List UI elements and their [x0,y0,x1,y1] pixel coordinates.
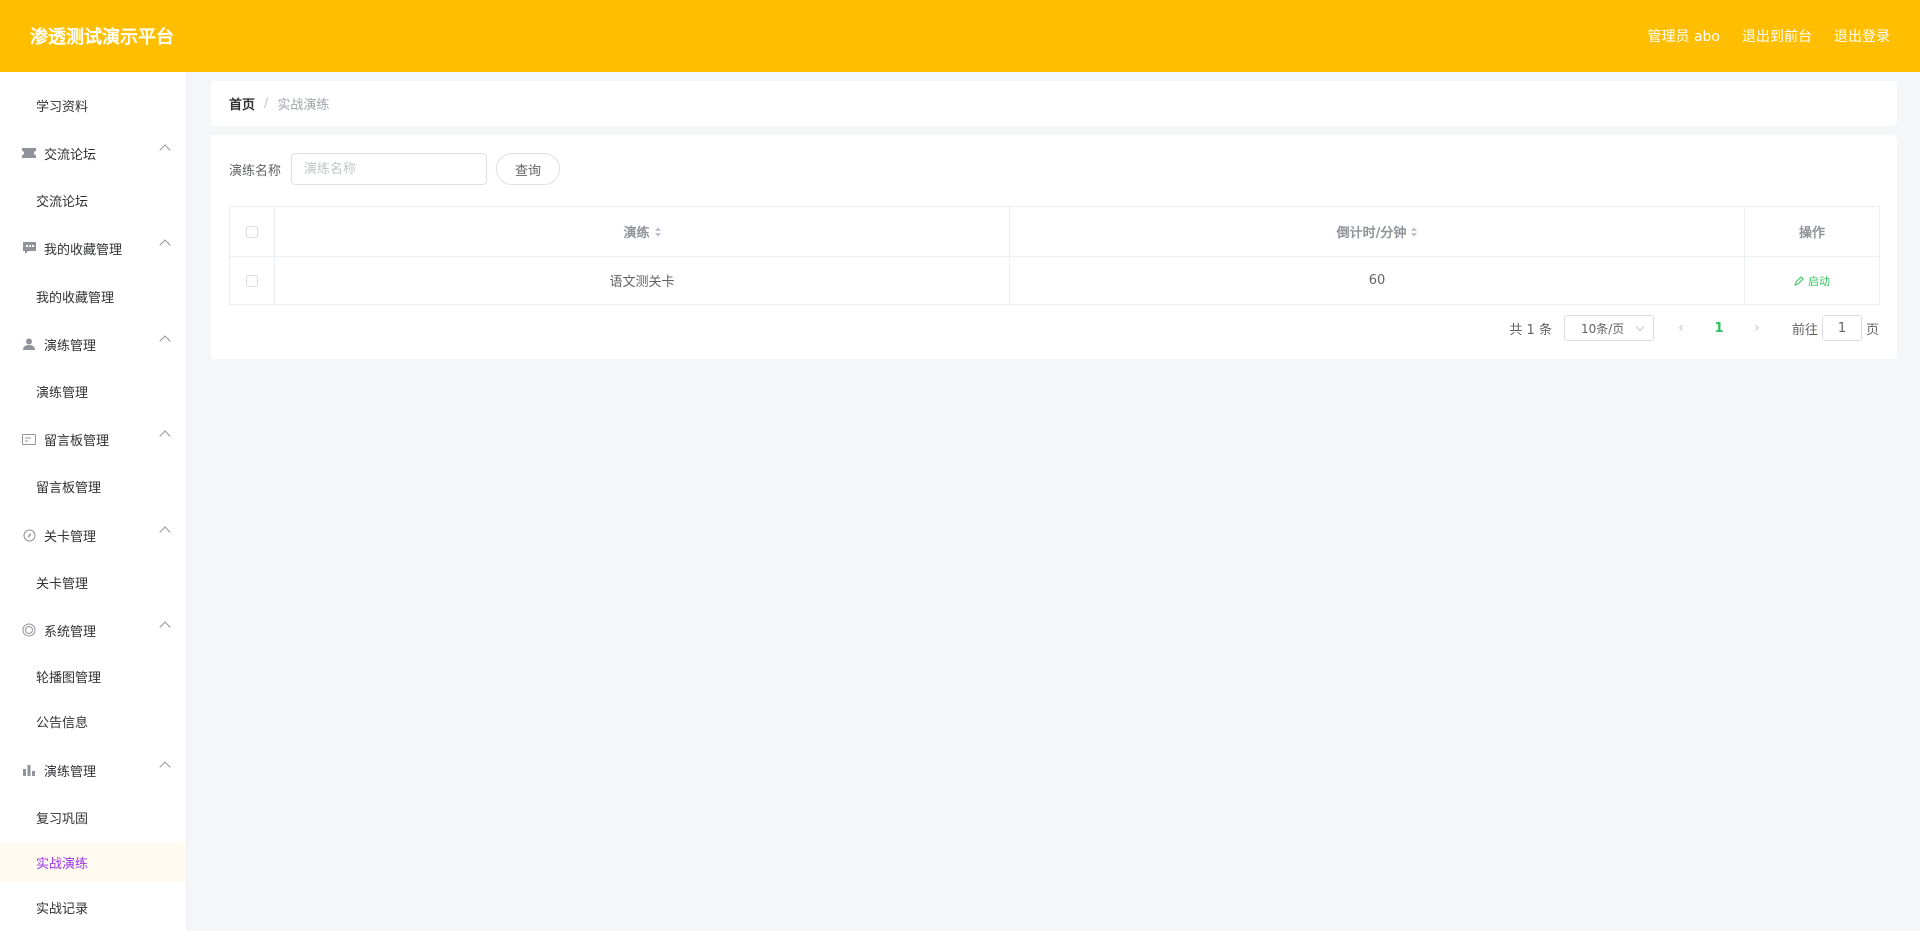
to-front-link[interactable]: 退出到前台 [1742,26,1812,46]
compass-icon [22,528,36,542]
row-checkbox[interactable] [246,274,258,287]
prev-page-button[interactable]: ‹ [1666,315,1696,341]
sidebar-group-message-board[interactable]: 留言板管理 [0,419,186,459]
sidebar-group-levels[interactable]: 关卡管理 [0,515,186,555]
sidebar-group-favorites[interactable]: 我的收藏管理 [0,228,186,268]
cell-action: 启动 [1745,257,1879,304]
admin-label: 管理员 abo [1647,29,1720,45]
sidebar-group-label: 交流论坛 [44,147,97,163]
sidebar-item-records[interactable]: 实战记录 [0,887,186,927]
cell-name: 语文测关卡 [275,257,1010,304]
search-row: 演练名称 查询 [229,153,561,185]
sidebar-item-carousel[interactable]: 轮播图管理 [0,656,186,696]
drill-table: 演练 倒计时/分钟 操作 语文测关卡 60 启动 [229,206,1880,305]
user-icon [22,337,36,351]
sidebar-group-label: 演练管理 [44,764,97,780]
start-button-label: 启动 [1808,274,1830,288]
column-header-label: 演练 [623,226,650,241]
message-card-icon [22,432,36,446]
page-size-select[interactable]: 10条/页 [1563,315,1654,341]
logout-link[interactable]: 退出登录 [1834,26,1890,46]
sidebar-group-label: 我的收藏管理 [44,242,123,258]
chevron-up-icon [159,430,171,442]
sidebar-group-drill-management[interactable]: 演练管理 [0,324,186,364]
sidebar-item-practice[interactable]: 实战演练 [0,842,186,882]
column-header-action: 操作 [1745,207,1879,256]
ticket-icon [22,146,36,160]
sidebar-group-drill-management-2[interactable]: 演练管理 [0,750,186,790]
sidebar-group-label: 关卡管理 [44,529,97,545]
sidebar-group-label: 留言板管理 [44,433,110,449]
breadcrumb-current: 实战演练 [277,98,330,113]
main-content: 演练名称 查询 演练 倒计时/分钟 操作 语文测关卡 [211,135,1897,359]
breadcrumb-separator: / [264,96,269,111]
sidebar-item-announcements[interactable]: 公告信息 [0,701,186,741]
chevron-down-icon [1635,322,1645,331]
bar-chart-icon [22,763,36,777]
chevron-up-icon [159,526,171,538]
table-header-row: 演练 倒计时/分钟 操作 [230,207,1879,257]
chevron-up-icon [159,761,171,773]
top-bar: 渗透测试演示平台 管理员 abo 退出到前台 退出登录 [0,0,1920,72]
sort-icon[interactable] [654,226,661,237]
sidebar-item-message-board[interactable]: 留言板管理 [0,466,186,506]
chevron-up-icon [159,621,171,633]
globe-icon [22,623,36,637]
select-all-checkbox[interactable] [246,225,258,238]
sidebar-item-study-materials[interactable]: 学习资料 [0,85,186,125]
chat-bubble-icon [22,241,36,255]
cell-countdown: 60 [1010,257,1745,304]
page-size-value: 10条/页 [1580,321,1625,336]
page-suffix: 页 [1865,322,1879,338]
page-number-1[interactable]: 1 [1704,315,1734,341]
start-button[interactable]: 启动 [1794,273,1830,289]
sidebar-item-review[interactable]: 复习巩固 [0,797,186,837]
query-button[interactable]: 查询 [496,153,561,185]
next-page-button[interactable]: › [1742,315,1772,341]
edit-icon [1794,275,1804,286]
sidebar-group-forum[interactable]: 交流论坛 [0,133,186,173]
column-header-label: 操作 [1798,226,1825,241]
column-header-name[interactable]: 演练 [275,207,1010,256]
chevron-up-icon [159,239,171,251]
pagination-total: 共 1 条 [1509,322,1552,338]
brand-title: 渗透测试演示平台 [30,27,174,48]
goto-page: 前往 页 [1792,315,1879,341]
sidebar: 学习资料 交流论坛 交流论坛 我的收藏管理 我的收藏管理 演练管理 演练管理 留… [0,72,187,931]
breadcrumb: 首页 / 实战演练 [211,81,1897,126]
sidebar-item-levels[interactable]: 关卡管理 [0,562,186,602]
sidebar-group-label: 演练管理 [44,338,97,354]
header-checkbox-cell [230,207,275,256]
sort-icon[interactable] [1411,226,1418,237]
table-row: 语文测关卡 60 启动 [230,257,1879,304]
sidebar-item-favorites[interactable]: 我的收藏管理 [0,276,186,316]
search-label: 演练名称 [229,163,282,179]
search-input[interactable] [291,153,488,185]
top-actions: 管理员 abo 退出到前台 退出登录 [1648,26,1890,46]
goto-page-input[interactable] [1821,315,1862,341]
pagination: 共 1 条 10条/页 ‹ 1 › 前往 页 [1509,315,1879,341]
column-header-label: 倒计时/分钟 [1336,226,1407,241]
breadcrumb-home[interactable]: 首页 [229,94,255,113]
sidebar-item-forum[interactable]: 交流论坛 [0,180,186,220]
sidebar-item-drill-management[interactable]: 演练管理 [0,371,186,411]
chevron-up-icon [159,144,171,156]
column-header-countdown[interactable]: 倒计时/分钟 [1010,207,1745,256]
sidebar-group-system[interactable]: 系统管理 [0,610,186,650]
chevron-up-icon [159,335,171,347]
sidebar-group-label: 系统管理 [44,624,97,640]
goto-label: 前往 [1791,322,1818,338]
row-checkbox-cell [230,257,275,304]
